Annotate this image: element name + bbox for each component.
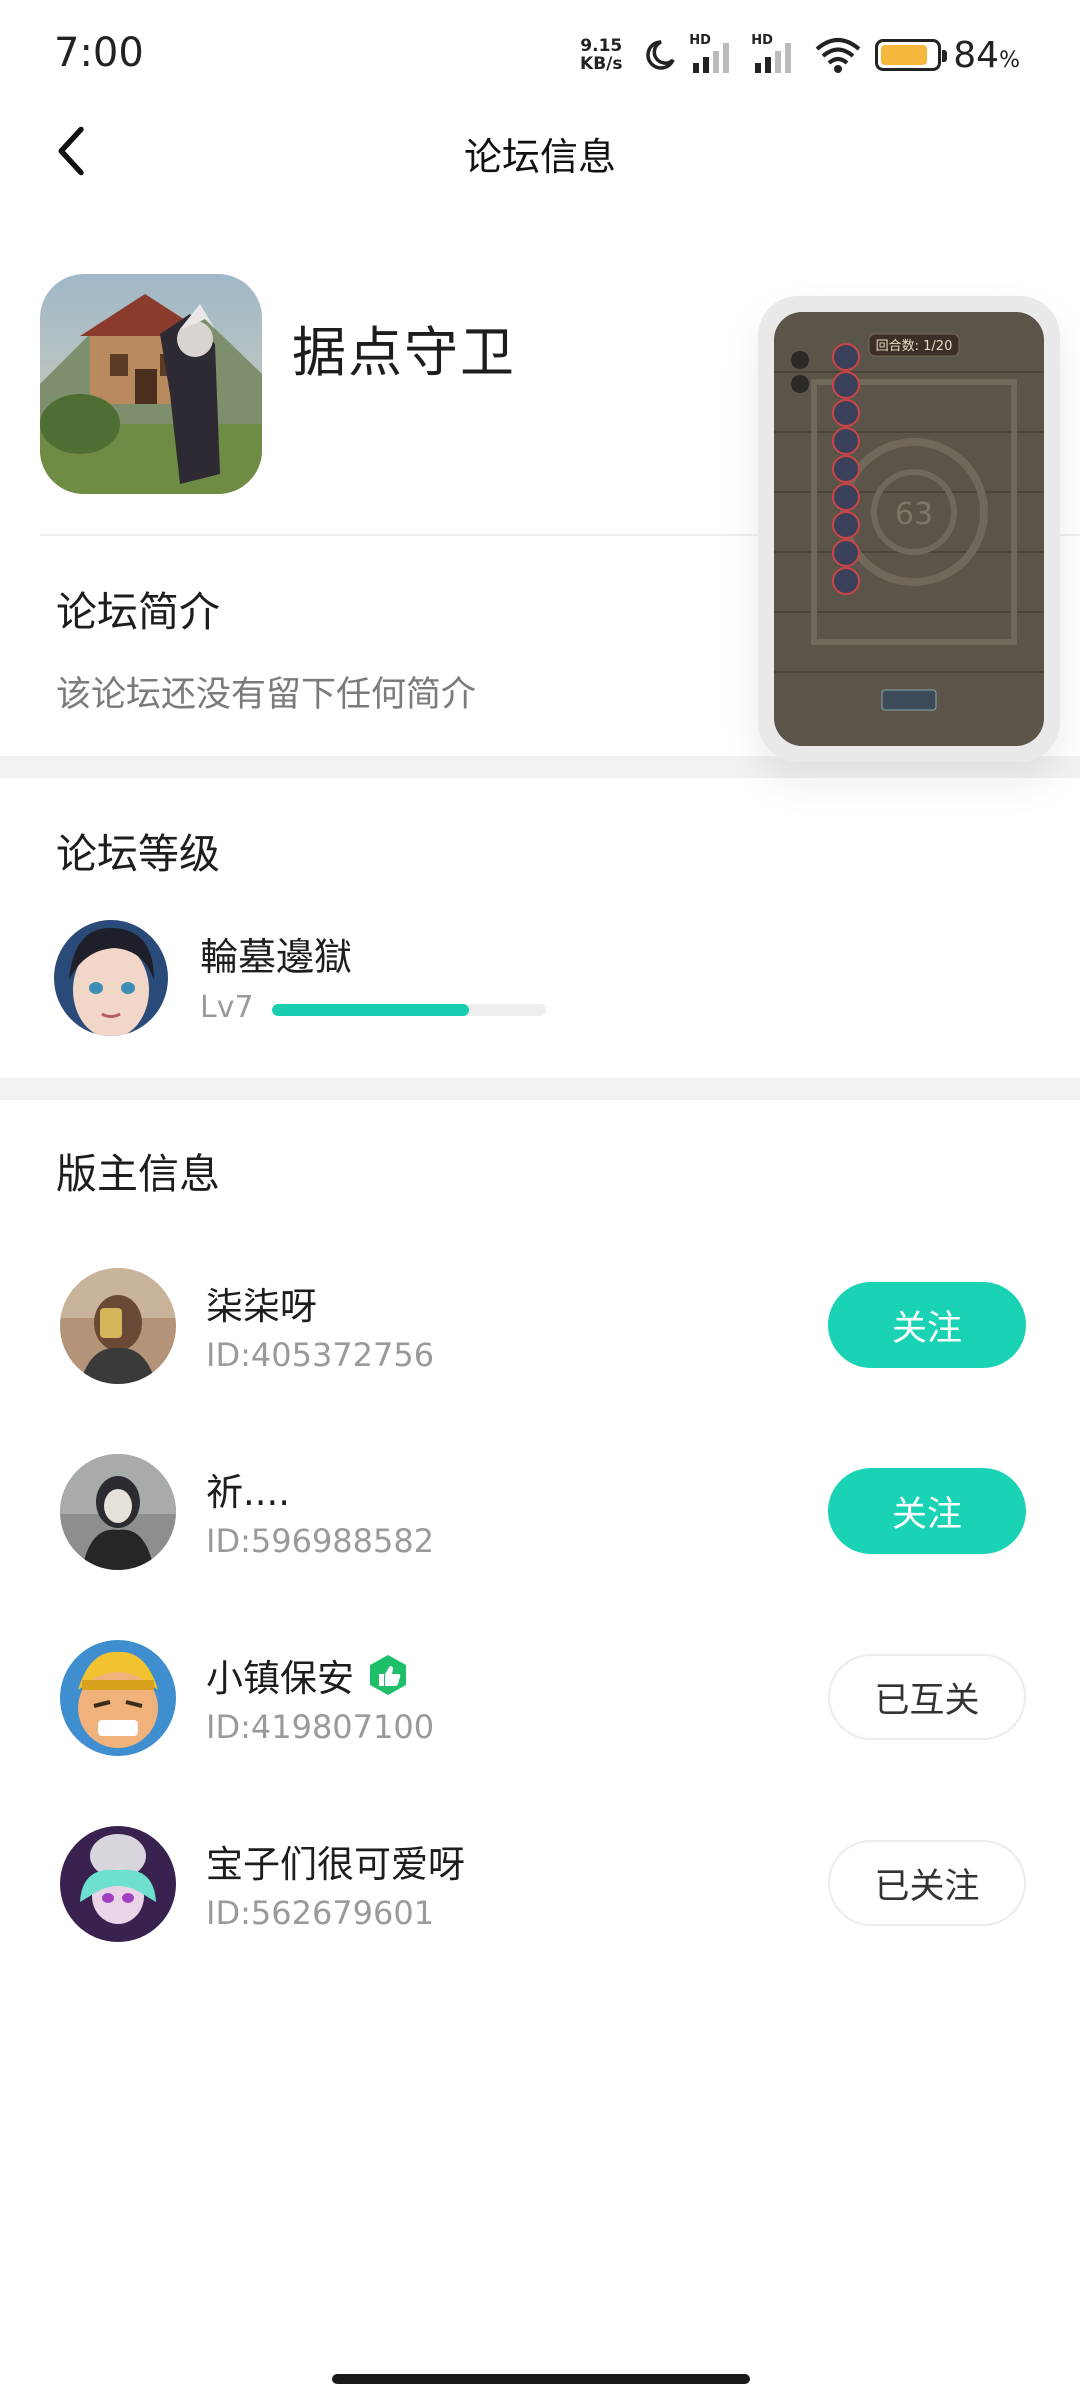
- avatar-image: [60, 1826, 176, 1942]
- moderator-id: ID:419807100: [206, 1708, 435, 1746]
- moderator-name: 宝子们很可爱呀: [206, 1834, 465, 1888]
- mutual-follow-button[interactable]: 已互关: [828, 1654, 1026, 1740]
- follow-button[interactable]: 关注: [828, 1282, 1026, 1368]
- moderator-id: ID:596988582: [206, 1522, 435, 1560]
- follow-button[interactable]: 关注: [828, 1468, 1026, 1554]
- level-progress-bar: [272, 1004, 546, 1016]
- game-preview-card[interactable]: 63 回合数: 1/20: [758, 296, 1060, 762]
- moderator-id: ID:562679601: [206, 1894, 435, 1932]
- list-item: 小镇保安 ID:419807100 已互关: [0, 1640, 1080, 1760]
- avatar-image: [60, 1640, 176, 1756]
- battery-icon: [875, 39, 948, 71]
- signal-icon: [755, 43, 792, 73]
- avatar[interactable]: [60, 1640, 176, 1756]
- level-user-name: 輪墓邊獄: [200, 935, 353, 979]
- thumbs-up-badge-icon: [370, 1655, 406, 1695]
- list-item: 祈.... ID:596988582 关注: [0, 1454, 1080, 1574]
- list-item: 宝子们很可爱呀 ID:562679601 已关注: [0, 1826, 1080, 1946]
- battery-percent-value: 84: [953, 34, 1000, 76]
- wifi-icon: [815, 38, 861, 73]
- intro-section-title: 论坛简介: [56, 588, 220, 636]
- avatar-image: [60, 1454, 176, 1570]
- moderator-name-text: 小镇保安: [206, 1657, 354, 1700]
- avatar-image: [54, 920, 168, 1036]
- moderator-name: 祈....: [206, 1462, 290, 1516]
- avatar[interactable]: [60, 1454, 176, 1570]
- signal-1: HD: [689, 33, 739, 75]
- forum-name: 据点守卫: [292, 321, 516, 384]
- game-preview-image: 63 回合数: 1/20: [774, 312, 1044, 746]
- moderator-name-text: 柒柒呀: [206, 1285, 317, 1328]
- level-section-title: 论坛等级: [56, 830, 220, 878]
- section-divider: [0, 1078, 1080, 1100]
- battery-percent: 84%: [953, 35, 1020, 76]
- signal-icon: [693, 43, 730, 73]
- game-preview-screen: 63 回合数: 1/20: [774, 312, 1044, 746]
- status-time: 7:00: [54, 30, 144, 76]
- forum-game-art: [40, 274, 262, 494]
- avatar[interactable]: [60, 1268, 176, 1384]
- moderator-name-text: 宝子们很可爱呀: [206, 1843, 465, 1886]
- preview-round-label: 回合数: 1/20: [876, 339, 953, 354]
- network-speed-unit: KB/s: [580, 54, 623, 74]
- battery-fill: [881, 45, 927, 65]
- moon-icon: [646, 40, 675, 70]
- level-progress-fill: [272, 1004, 470, 1016]
- forum-icon-image: [40, 274, 262, 494]
- moderator-name: 小镇保安: [206, 1648, 410, 1702]
- moderator-name: 柒柒呀: [206, 1276, 317, 1330]
- list-item: 柒柒呀 ID:405372756 关注: [0, 1268, 1080, 1388]
- page-title: 论坛信息: [463, 135, 616, 179]
- moderator-name-text: 祈....: [206, 1471, 291, 1514]
- followed-button[interactable]: 已关注: [828, 1840, 1026, 1926]
- network-speed-value: 9.15: [580, 36, 623, 56]
- intro-text: 该论坛还没有留下任何简介: [56, 675, 477, 715]
- level-label: Lv7: [200, 990, 254, 1025]
- preview-center-number: 63: [895, 497, 933, 532]
- battery-percent-unit: %: [999, 47, 1020, 73]
- avatar[interactable]: [60, 1826, 176, 1942]
- home-indicator[interactable]: [332, 2374, 750, 2384]
- status-bar: 7:00 9.15 KB/s HD HD 84%: [0, 0, 1080, 110]
- avatar-image: [60, 1268, 176, 1384]
- network-speed: 9.15 KB/s: [575, 37, 627, 73]
- status-icons: 9.15 KB/s HD HD 84%: [575, 30, 1020, 80]
- avatar[interactable]: [54, 920, 168, 1036]
- signal-2: HD: [751, 33, 801, 75]
- moderators-section-title: 版主信息: [56, 1150, 220, 1198]
- moderator-id: ID:405372756: [206, 1336, 435, 1374]
